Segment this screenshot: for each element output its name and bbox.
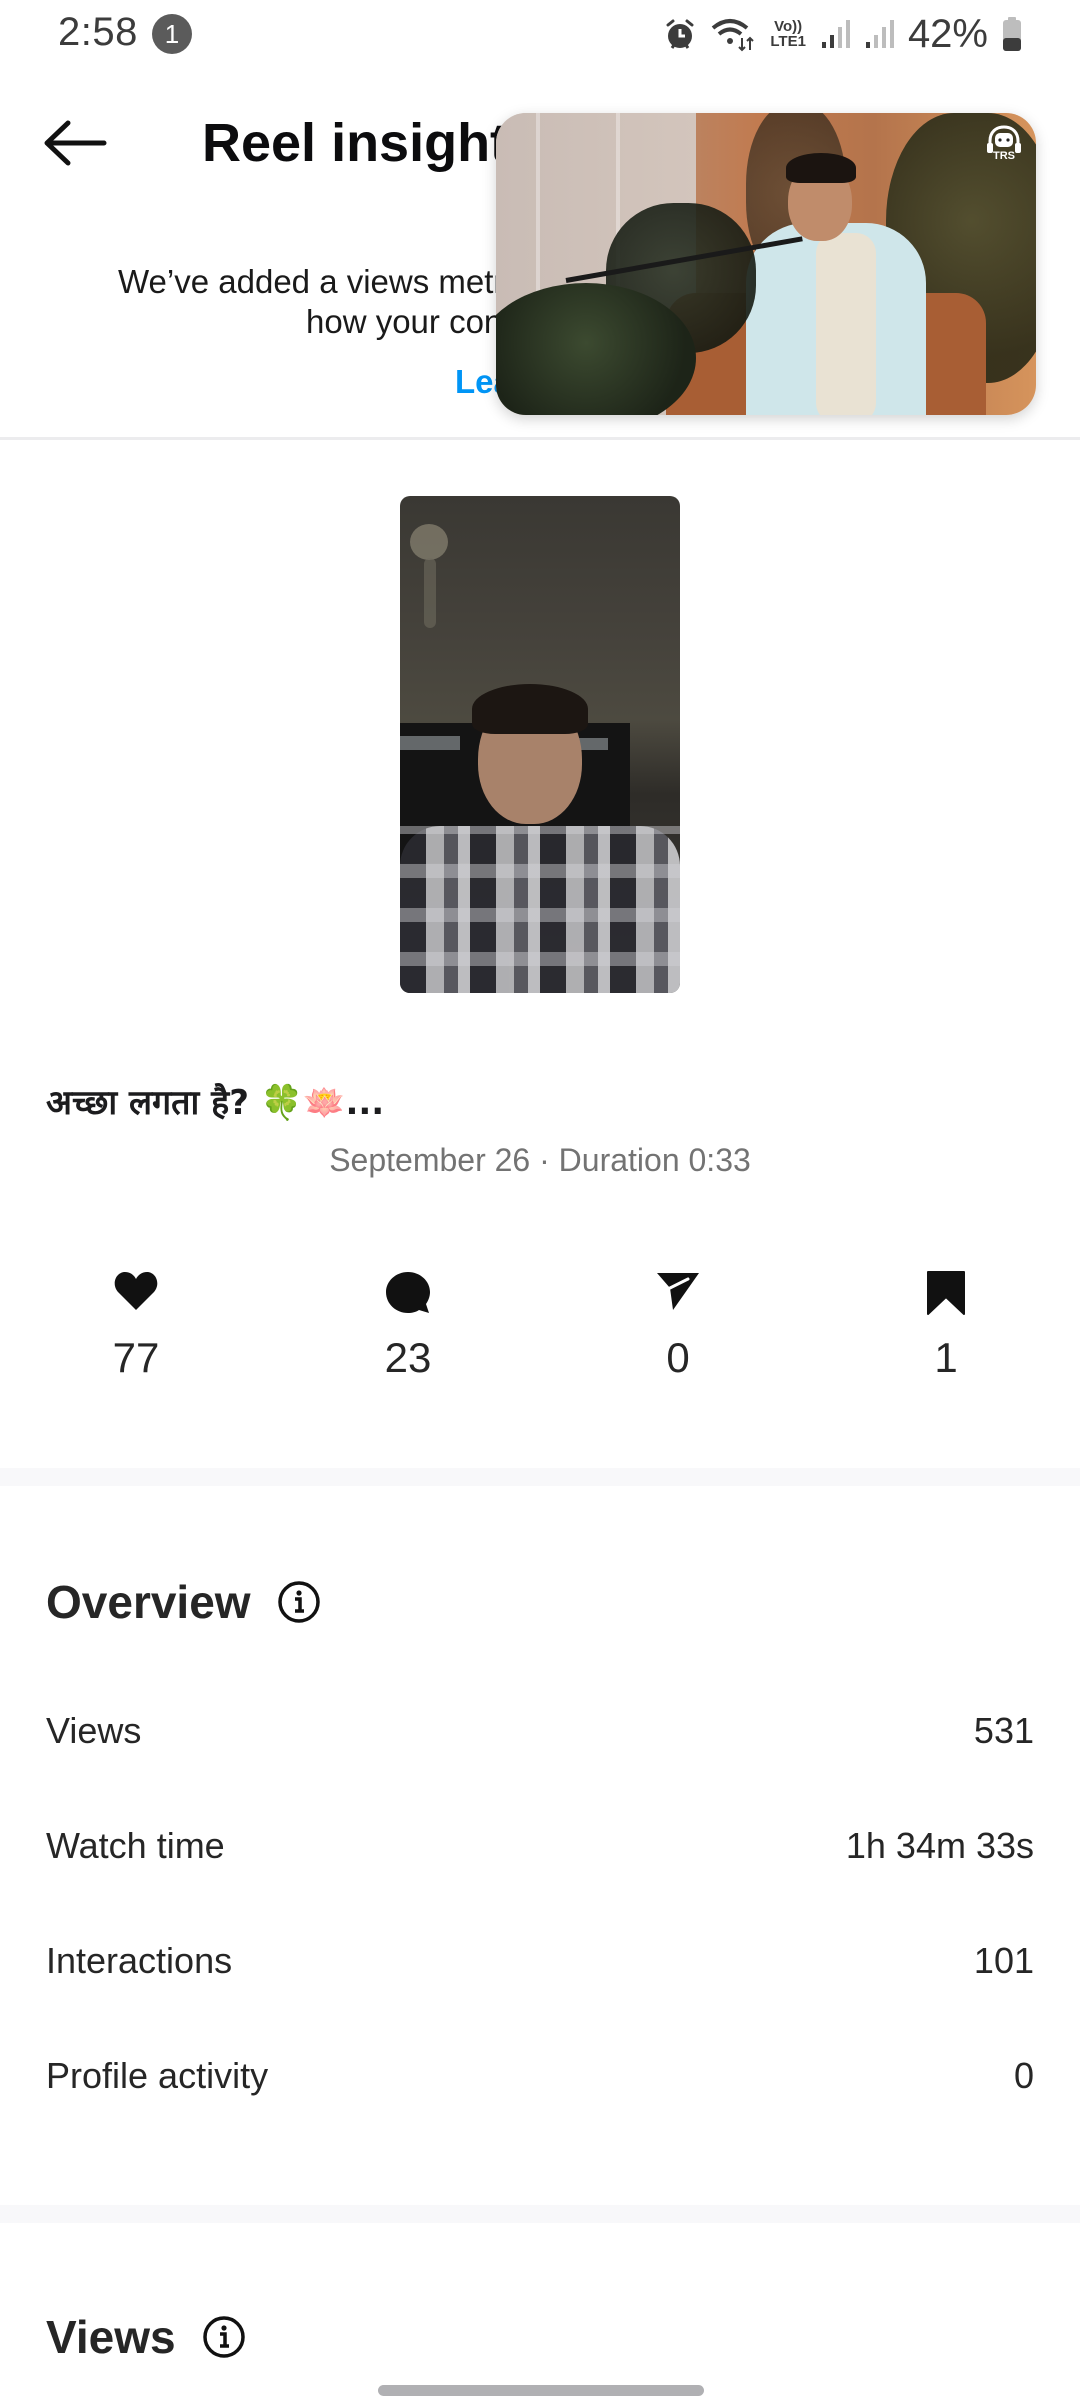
metric-label: Watch time xyxy=(46,1825,225,1866)
stat-comments: 23 xyxy=(338,1270,478,1382)
stat-likes: 77 xyxy=(66,1270,206,1382)
back-button[interactable] xyxy=(40,118,120,178)
section-separator xyxy=(0,2205,1080,2223)
pip-scene-hair xyxy=(786,153,856,183)
notification-count-badge: 1 xyxy=(152,14,192,54)
pip-scene-scarf xyxy=(816,233,876,415)
divider xyxy=(0,437,1080,440)
metric-row-watch-time[interactable]: Watch time 1h 34m 33s xyxy=(46,1825,1034,1940)
status-bar: 2:58 1 Vo)) LTE1 42% xyxy=(0,0,1080,68)
views-title: Views xyxy=(46,2311,176,2363)
engagement-stats: 77 23 0 1 xyxy=(0,1270,1080,1400)
info-icon[interactable] xyxy=(277,1580,321,1624)
status-icons: Vo)) LTE1 42% xyxy=(664,12,1022,56)
battery-percent: 42% xyxy=(907,11,988,56)
metric-label: Interactions xyxy=(46,1940,233,1981)
metric-value: 0 xyxy=(1013,2055,1034,2096)
pip-video-window[interactable]: TRS xyxy=(496,113,1036,415)
metric-row-interactions[interactable]: Interactions 101 xyxy=(46,1940,1034,2055)
volte-lte-icon: Vo)) LTE1 xyxy=(770,19,806,49)
stat-shares: 0 xyxy=(608,1270,748,1382)
shares-count: 0 xyxy=(666,1334,690,1381)
metric-value: 531 xyxy=(973,1710,1034,1751)
thumb-hair xyxy=(472,684,588,734)
saves-count: 1 xyxy=(934,1334,958,1381)
views-header: Views xyxy=(46,2310,246,2364)
signal-sim1-icon xyxy=(820,18,850,50)
metric-row-profile-activity[interactable]: Profile activity 0 xyxy=(46,2055,1034,2170)
battery-icon xyxy=(1002,16,1022,52)
thumb-shirt-pattern xyxy=(400,826,680,993)
overview-title: Overview xyxy=(46,1576,251,1628)
likes-count: 77 xyxy=(112,1334,160,1381)
alarm-icon xyxy=(664,17,696,51)
notice-text-line1: We’ve added a views metr xyxy=(118,263,505,300)
trs-logo-text: TRS xyxy=(993,150,1015,162)
thumb-lamp-cord xyxy=(424,558,436,628)
metric-label: Profile activity xyxy=(46,2055,269,2096)
wifi-icon xyxy=(710,16,756,52)
metric-row-views[interactable]: Views 531 xyxy=(46,1710,1034,1825)
notice-text-line2: how your con xyxy=(306,303,503,340)
reel-meta: September 26 · Duration 0:33 xyxy=(329,1142,751,1178)
thumb-door-glass xyxy=(400,736,460,750)
thumb-lamp xyxy=(410,524,448,560)
section-separator xyxy=(0,1468,1080,1486)
metric-value: 101 xyxy=(973,1940,1034,1981)
overview-header: Overview xyxy=(46,1575,321,1629)
bookmark-icon xyxy=(927,1271,965,1315)
comment-icon xyxy=(386,1272,430,1313)
overview-metrics: Views 531 Watch time 1h 34m 33s Interact… xyxy=(46,1710,1034,2170)
page-title: Reel insights xyxy=(202,113,539,173)
arrow-left-icon xyxy=(44,120,107,166)
status-time: 2:58 xyxy=(58,10,138,54)
metric-label: Views xyxy=(46,1710,142,1751)
info-icon[interactable] xyxy=(202,2315,246,2359)
home-indicator[interactable] xyxy=(378,2385,704,2396)
comments-count: 23 xyxy=(384,1334,432,1381)
metric-value: 1h 34m 33s xyxy=(845,1825,1034,1866)
reel-caption[interactable]: अच्छा लगता है? 🍀🪷... xyxy=(46,1078,384,1124)
signal-sim2-icon xyxy=(864,18,894,50)
share-icon xyxy=(657,1273,699,1310)
reel-thumbnail[interactable] xyxy=(400,496,680,993)
trs-logo-icon: TRS xyxy=(987,125,1021,162)
heart-icon xyxy=(114,1272,158,1310)
lte-label: LTE1 xyxy=(770,33,806,50)
stat-saves: 1 xyxy=(876,1270,1016,1382)
